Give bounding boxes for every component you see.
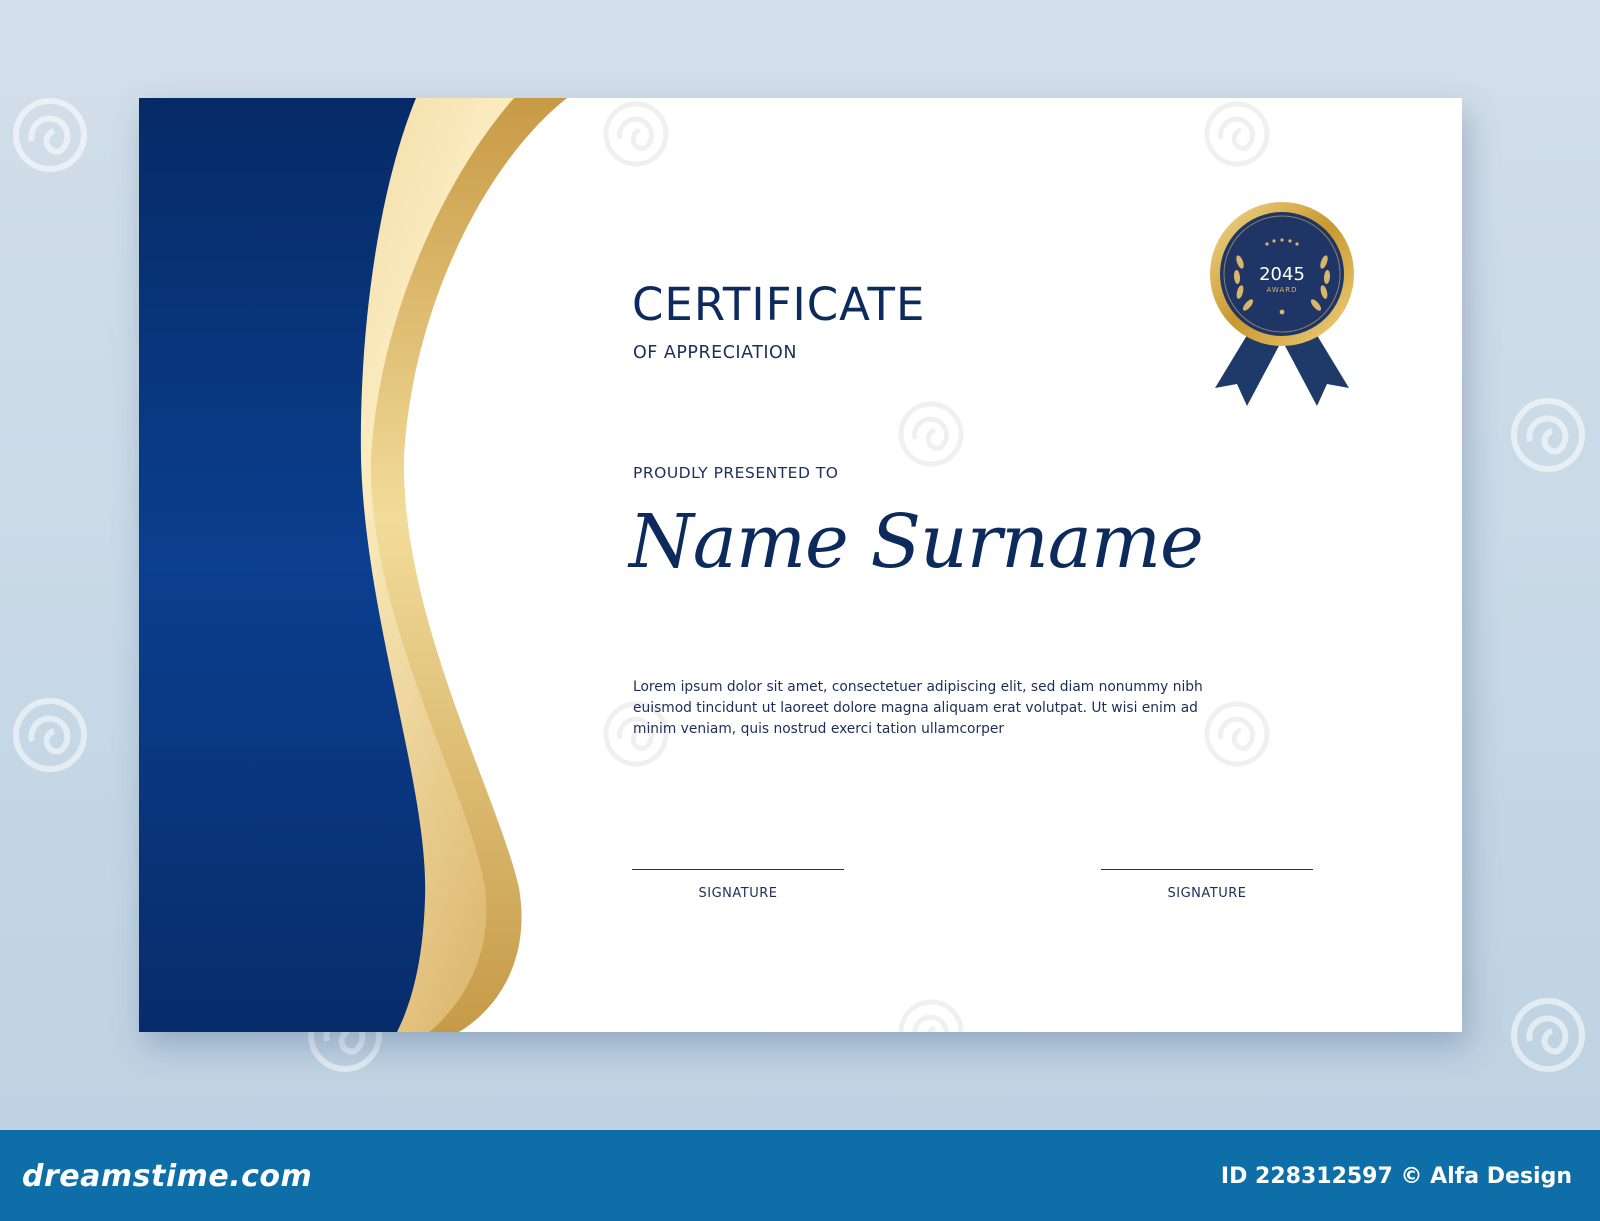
certificate-card: CERTIFICATE OF APPRECIATION PROUDLY PRES…: [139, 98, 1462, 1032]
award-badge-icon: 2045 AWARD: [1210, 202, 1354, 406]
certificate-subtitle: OF APPRECIATION: [633, 343, 797, 363]
certificate-title: CERTIFICATE: [632, 278, 926, 331]
certificate-body-text: Lorem ipsum dolor sit amet, consectetuer…: [633, 679, 1203, 737]
signature-line: [1101, 869, 1313, 870]
footer-logo[interactable]: dreamstime.com: [22, 1159, 312, 1194]
presented-to-label: PROUDLY PRESENTED TO: [633, 464, 839, 482]
footer-stock-id: ID 228312597 © Alfa Design: [1220, 1164, 1572, 1189]
signature-label: SIGNATURE: [1167, 886, 1247, 901]
badge-year: 2045: [1259, 264, 1305, 285]
signature-label: SIGNATURE: [698, 886, 778, 901]
signature-block-right: SIGNATURE: [1101, 869, 1313, 902]
signature-line: [632, 869, 844, 870]
recipient-name: Name Surname: [629, 499, 1204, 585]
badge-label: AWARD: [1267, 286, 1298, 294]
signature-block-left: SIGNATURE: [632, 869, 844, 902]
